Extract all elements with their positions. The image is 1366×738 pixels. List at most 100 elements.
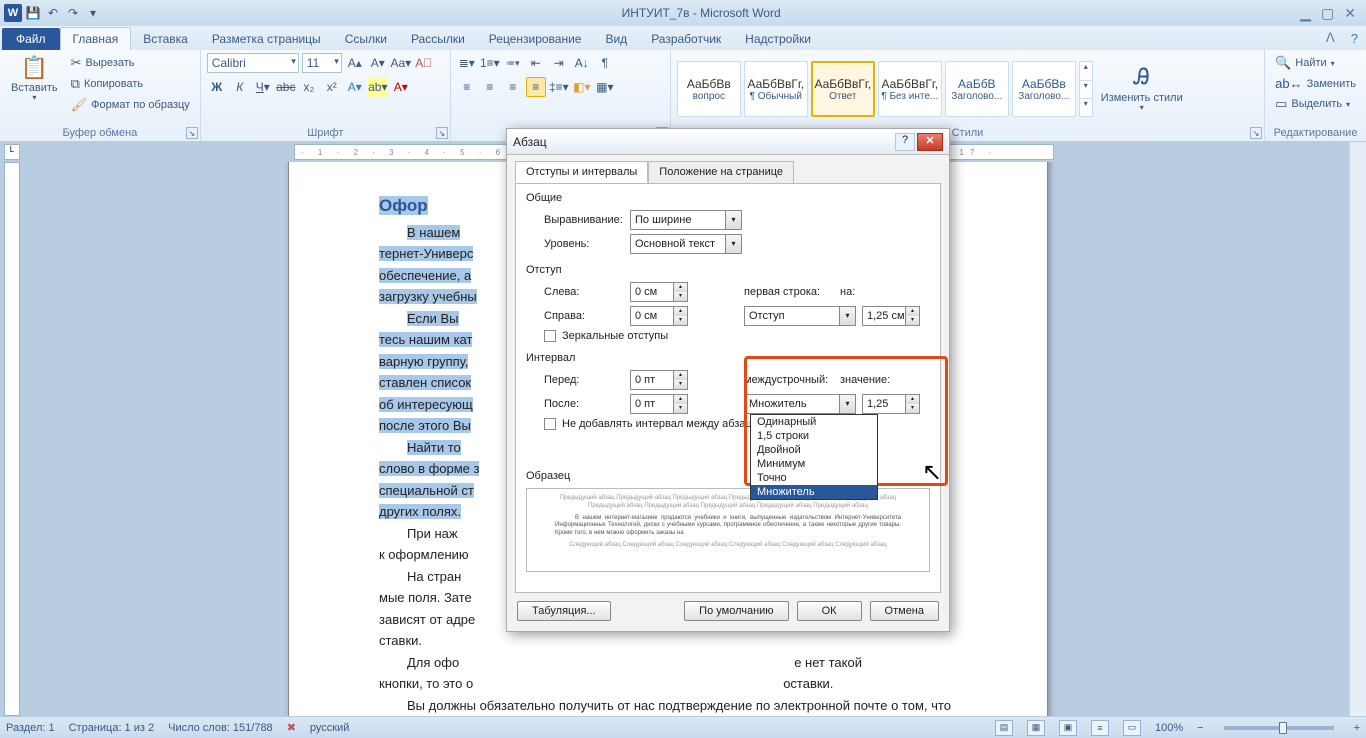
dropdown-option[interactable]: Минимум: [751, 457, 877, 471]
paste-button[interactable]: 📋 Вставить ▾: [6, 53, 63, 106]
align-left-icon[interactable]: ≡: [457, 77, 477, 97]
view-read-icon[interactable]: ▦: [1027, 720, 1045, 736]
font-dialog-launcher[interactable]: ↘: [436, 127, 448, 139]
status-language[interactable]: русский: [310, 722, 349, 734]
mirror-indent-checkbox[interactable]: Зеркальные отступы: [544, 330, 930, 342]
line-spacing-select[interactable]: Множитель▾: [744, 394, 856, 414]
default-button[interactable]: По умолчанию: [684, 601, 788, 621]
view-web-icon[interactable]: ▣: [1059, 720, 1077, 736]
view-draft-icon[interactable]: ▭: [1123, 720, 1141, 736]
font-color-icon[interactable]: A▾: [391, 77, 411, 97]
show-marks-icon[interactable]: ¶: [595, 53, 615, 73]
status-proofing-icon[interactable]: ✖: [287, 721, 296, 734]
redo-icon[interactable]: ↷: [64, 4, 82, 22]
status-section[interactable]: Раздел: 1: [6, 722, 55, 734]
style-item[interactable]: АаБбВвЗаголово...: [1012, 61, 1076, 117]
zoom-out-icon[interactable]: −: [1197, 722, 1203, 734]
copy-button[interactable]: ⧉Копировать: [67, 74, 194, 94]
view-outline-icon[interactable]: ≡: [1091, 720, 1109, 736]
style-item[interactable]: АаБбВЗаголово...: [945, 61, 1009, 117]
tab-insert[interactable]: Вставка: [131, 28, 200, 50]
dropdown-option[interactable]: Одинарный: [751, 415, 877, 429]
format-painter-button[interactable]: 🖌Формат по образцу: [67, 95, 194, 115]
styles-dialog-launcher[interactable]: ↘: [1250, 127, 1262, 139]
borders-icon[interactable]: ▦▾: [595, 77, 615, 97]
spacing-before-spinner[interactable]: 0 пт▴▾: [630, 370, 688, 390]
subscript-icon[interactable]: x₂: [299, 77, 319, 97]
superscript-icon[interactable]: x²: [322, 77, 342, 97]
minimize-icon[interactable]: ▁: [1300, 5, 1311, 22]
sort-icon[interactable]: A↓: [572, 53, 592, 73]
bold-icon[interactable]: Ж: [207, 77, 227, 97]
vertical-scrollbar[interactable]: [1349, 142, 1366, 716]
align-right-icon[interactable]: ≡: [503, 77, 523, 97]
style-item[interactable]: АаБбВвГг,¶ Без инте...: [878, 61, 942, 117]
save-icon[interactable]: 💾: [24, 4, 42, 22]
align-justify-icon[interactable]: ≡: [526, 77, 546, 97]
qat-dropdown-icon[interactable]: ▾: [84, 4, 102, 22]
first-line-by-spinner[interactable]: 1,25 см▴▾: [862, 306, 920, 326]
cancel-button[interactable]: Отмена: [870, 601, 939, 621]
styles-down-icon[interactable]: ▾: [1080, 80, 1092, 98]
tab-developer[interactable]: Разработчик: [639, 28, 733, 50]
indent-left-spinner[interactable]: 0 см▴▾: [630, 282, 688, 302]
style-item-selected[interactable]: АаБбВвГг,Ответ: [811, 61, 875, 117]
outline-level-select[interactable]: Основной текст▾: [630, 234, 742, 254]
zoom-in-icon[interactable]: +: [1354, 722, 1360, 734]
decrease-indent-icon[interactable]: ⇤: [526, 53, 546, 73]
grow-font-icon[interactable]: A▴: [345, 53, 365, 73]
restore-icon[interactable]: ▢: [1321, 5, 1334, 22]
highlight-icon[interactable]: ab▾: [368, 77, 388, 97]
tab-home[interactable]: Главная: [60, 27, 132, 50]
line-spacing-icon[interactable]: ‡≡▾: [549, 77, 569, 97]
clear-format-icon[interactable]: A⃠: [414, 53, 434, 73]
dlg-tab-indents[interactable]: Отступы и интервалы: [515, 161, 648, 183]
bullets-icon[interactable]: ≣▾: [457, 53, 477, 73]
increase-indent-icon[interactable]: ⇥: [549, 53, 569, 73]
strike-icon[interactable]: abc: [276, 77, 296, 97]
tab-view[interactable]: Вид: [593, 28, 639, 50]
numbering-icon[interactable]: 1≡▾: [480, 53, 500, 73]
change-styles-button[interactable]: ᎯИзменить стили▾: [1096, 62, 1188, 115]
tab-page-layout[interactable]: Разметка страницы: [200, 28, 333, 50]
help-icon[interactable]: ?: [1343, 27, 1366, 50]
view-print-icon[interactable]: ▤: [995, 720, 1013, 736]
dropdown-option[interactable]: Точно: [751, 471, 877, 485]
tab-selector[interactable]: L: [4, 144, 20, 160]
status-words[interactable]: Число слов: 151/788: [168, 722, 273, 734]
cut-button[interactable]: ✂Вырезать: [67, 53, 194, 73]
close-window-icon[interactable]: ✕: [1344, 5, 1356, 22]
tab-references[interactable]: Ссылки: [333, 28, 399, 50]
first-line-select[interactable]: Отступ▾: [744, 306, 856, 326]
underline-icon[interactable]: Ч▾: [253, 77, 273, 97]
dialog-help-icon[interactable]: ?: [895, 133, 915, 151]
find-button[interactable]: 🔍Найти▾: [1271, 53, 1360, 73]
tabs-button[interactable]: Табуляция...: [517, 601, 611, 621]
text-effect-icon[interactable]: A▾: [345, 77, 365, 97]
clipboard-dialog-launcher[interactable]: ↘: [186, 127, 198, 139]
vertical-ruler[interactable]: [4, 162, 20, 716]
styles-up-icon[interactable]: ▴: [1080, 62, 1092, 79]
styles-more-icon[interactable]: ▾: [1080, 98, 1092, 116]
zoom-slider[interactable]: [1224, 726, 1334, 730]
select-button[interactable]: ▭Выделить▾: [1271, 94, 1360, 114]
tab-mailings[interactable]: Рассылки: [399, 28, 477, 50]
multilevel-icon[interactable]: ≔▾: [503, 53, 523, 73]
change-case-icon[interactable]: Aa▾: [391, 53, 411, 73]
ok-button[interactable]: ОК: [797, 601, 862, 621]
style-item[interactable]: АаБбВвГг,¶ Обычный: [744, 61, 808, 117]
italic-icon[interactable]: К: [230, 77, 250, 97]
ribbon-minimize-icon[interactable]: ᐱ: [1318, 26, 1343, 50]
tab-file[interactable]: Файл: [2, 28, 60, 50]
zoom-level[interactable]: 100%: [1155, 722, 1183, 734]
dropdown-option-selected[interactable]: Множитель: [751, 485, 877, 499]
dialog-titlebar[interactable]: Абзац ? ✕: [507, 129, 949, 155]
line-value-spinner[interactable]: 1,25▴▾: [862, 394, 920, 414]
font-size-select[interactable]: 11▾: [302, 53, 342, 73]
status-page[interactable]: Страница: 1 из 2: [69, 722, 155, 734]
dropdown-option[interactable]: 1,5 строки: [751, 429, 877, 443]
replace-button[interactable]: ab↔Заменить: [1271, 74, 1360, 93]
undo-icon[interactable]: ↶: [44, 4, 62, 22]
shading-icon[interactable]: ◧▾: [572, 77, 592, 97]
style-item[interactable]: АаБбВввопрос: [677, 61, 741, 117]
